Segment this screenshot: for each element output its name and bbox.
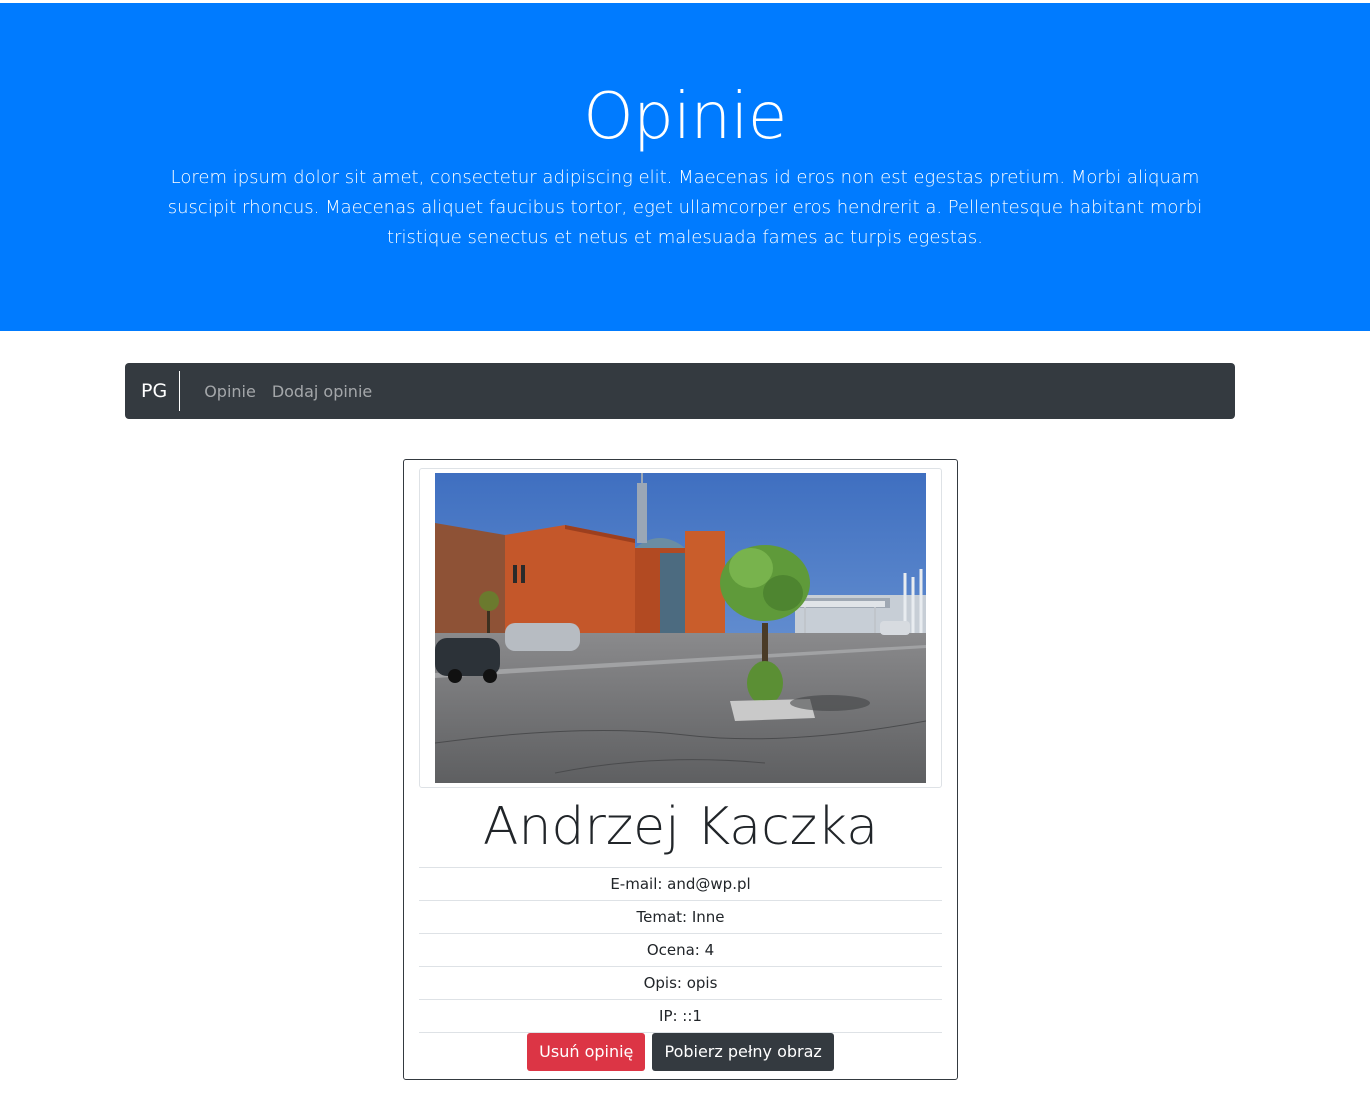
detail-rating: Ocena: 4	[419, 933, 942, 966]
detail-email: E-mail: and@wp.pl	[419, 867, 942, 900]
detail-ip: IP: ::1	[419, 999, 942, 1032]
download-image-button[interactable]: Pobierz pełny obraz	[652, 1033, 834, 1071]
detail-description: Opis: opis	[419, 966, 942, 999]
nav-link-dodaj-opinie[interactable]: Dodaj opinie	[264, 382, 380, 401]
review-actions: Usuń opinię Pobierz pełny obraz	[419, 1032, 942, 1072]
nav-link-opinie[interactable]: Opinie	[196, 382, 264, 401]
detail-topic: Temat: Inne	[419, 900, 942, 933]
jumbotron: Opinie Lorem ipsum dolor sit amet, conse…	[0, 3, 1370, 331]
navbar-brand[interactable]: PG	[125, 371, 181, 411]
page-lead: Lorem ipsum dolor sit amet, consectetur …	[167, 167, 1203, 248]
review-card: Andrzej Kaczka E-mail: and@wp.pl Temat: …	[403, 459, 958, 1080]
review-photo[interactable]	[435, 473, 926, 783]
navbar-links: Opinie Dodaj opinie	[196, 382, 380, 401]
review-image-frame	[419, 468, 942, 788]
delete-review-button[interactable]: Usuń opinię	[527, 1033, 646, 1071]
page-title: Opinie	[583, 80, 787, 154]
navbar: PG Opinie Dodaj opinie	[125, 363, 1235, 419]
reviewer-name: Andrzej Kaczka	[482, 797, 879, 857]
